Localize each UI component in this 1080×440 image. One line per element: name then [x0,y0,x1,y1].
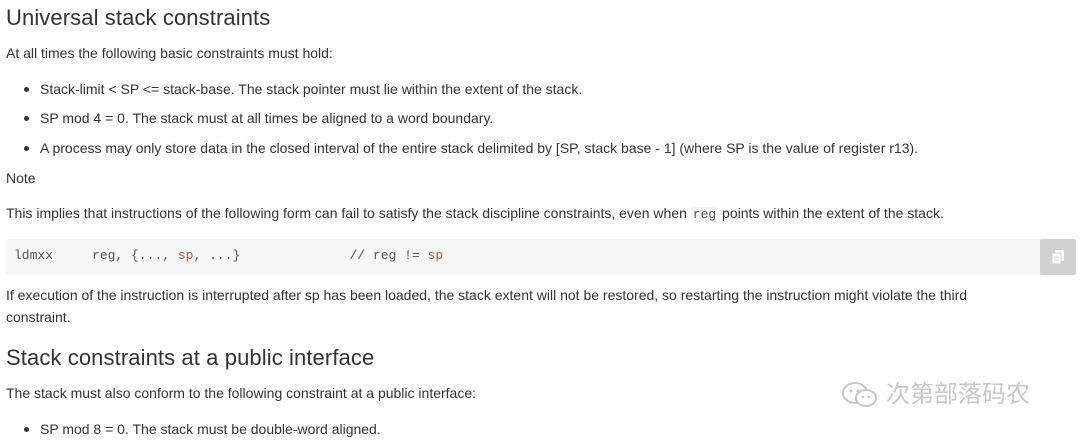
section-intro: The stack must also conform to the follo… [6,385,477,401]
after-code-line: If execution of the instruction is inter… [6,287,968,303]
note-text: This implies that instructions of the fo… [6,202,944,226]
code-keyword: sp [177,248,194,263]
list-item-text: A process may only store data in the clo… [40,140,919,156]
copy-icon [1051,250,1064,265]
code-operands: reg, {..., [92,248,178,263]
code-mnemonic: ldmxx [14,248,54,263]
list-item-text: SP mod 8 = 0. The stack must be double-w… [40,421,381,437]
copy-button[interactable] [1040,239,1076,275]
section-title-public-interface: Stack constraints at a public interface [6,345,375,370]
after-code-line: constraint. [6,309,71,325]
section-title-universal: Universal stack constraints [6,5,271,30]
watermark-text: 次第部落码农 [886,380,1030,408]
code-comment: // reg != [349,248,428,263]
bullet-dot [24,87,29,92]
note-text-after: points within the extent of the stack. [718,205,944,221]
note-label: Note [6,170,36,186]
note-text-before: This implies that instructions of the fo… [6,205,691,221]
wechat-icon [842,382,877,407]
inline-code: reg [690,207,719,222]
bullet-dot [24,116,29,121]
code-line: ldmxx reg, {..., sp, ...} // reg != sp [14,248,443,263]
list-item-text: SP mod 4 = 0. The stack must at all time… [40,110,494,126]
watermark: 次第部落码农 [840,374,1030,409]
bullet-dot [24,146,29,151]
list-item-text: Stack-limit < SP <= stack-base. The stac… [40,81,583,97]
code-keyword: sp [427,248,444,263]
code-operands: , ...} [193,248,241,263]
bullet-dot [24,427,29,432]
after-code-text: If execution of the instruction is inter… [6,284,967,328]
section-intro: At all times the following basic constra… [6,45,333,61]
code-block: ldmxx reg, {..., sp, ...} // reg != sp [6,239,1076,275]
